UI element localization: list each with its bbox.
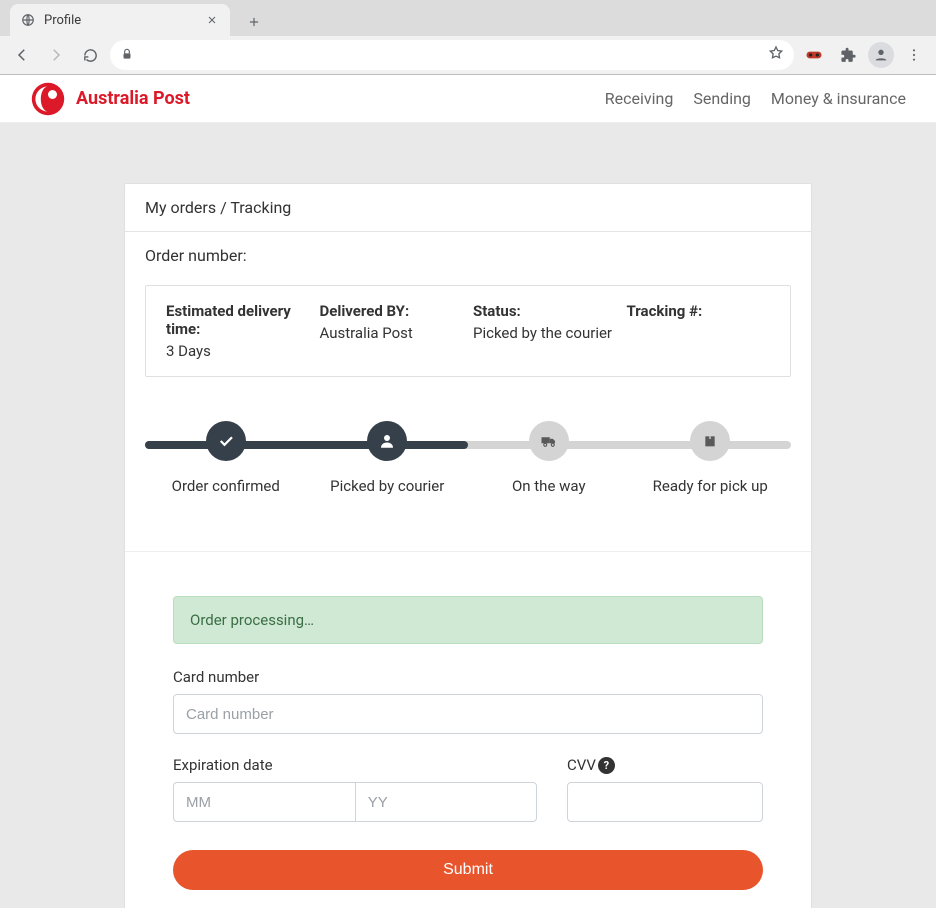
status-value: Picked by the courier <box>473 324 617 342</box>
browser-chrome: Profile <box>0 0 936 75</box>
breadcrumb: My orders / Tracking <box>125 184 811 232</box>
exp-year-input[interactable] <box>355 782 537 822</box>
help-icon[interactable]: ? <box>598 757 615 774</box>
page-viewport: Australia Post Receiving Sending Money &… <box>0 75 936 908</box>
step-ready-for-pickup: Ready for pick up <box>630 421 792 495</box>
globe-icon <box>20 12 36 28</box>
step-label: Ready for pick up <box>630 477 792 495</box>
forward-button <box>42 41 70 69</box>
step-label: Order confirmed <box>145 477 307 495</box>
submit-button[interactable]: Submit <box>173 850 763 890</box>
box-icon <box>690 421 730 461</box>
truck-icon <box>529 421 569 461</box>
step-order-confirmed: Order confirmed <box>145 421 307 495</box>
tracking-card: My orders / Tracking Order number: Estim… <box>124 183 812 908</box>
tab-strip: Profile <box>0 0 936 36</box>
delivered-by-label: Delivered BY: <box>320 302 464 320</box>
user-icon <box>367 421 407 461</box>
check-icon <box>206 421 246 461</box>
expiration-label: Expiration date <box>173 756 537 774</box>
status-label: Status: <box>473 302 617 320</box>
card-number-label: Card number <box>173 668 763 686</box>
eta-label: Estimated delivery time: <box>166 302 310 338</box>
brand-mark-icon <box>30 81 66 117</box>
bookmark-star-icon[interactable] <box>768 45 784 65</box>
step-label: On the way <box>468 477 630 495</box>
reload-button[interactable] <box>76 41 104 69</box>
cvv-label: CVV <box>567 756 596 774</box>
primary-nav: Receiving Sending Money & insurance <box>605 89 906 108</box>
close-icon[interactable] <box>204 12 220 28</box>
step-label: Picked by courier <box>307 477 469 495</box>
tracking-label: Tracking #: <box>627 302 771 320</box>
profile-avatar-icon[interactable] <box>868 42 894 68</box>
progress-tracker: Order confirmed Picked by courier On the… <box>145 421 791 491</box>
eta-value: 3 Days <box>166 342 310 360</box>
card-number-input[interactable] <box>173 694 763 734</box>
exp-month-input[interactable] <box>173 782 355 822</box>
site-header: Australia Post Receiving Sending Money &… <box>0 75 936 123</box>
extension-icon-1[interactable] <box>800 41 828 69</box>
step-on-the-way: On the way <box>468 421 630 495</box>
delivered-by-value: Australia Post <box>320 324 464 342</box>
tab-title: Profile <box>44 13 81 28</box>
address-bar[interactable] <box>110 40 794 70</box>
brand-name: Australia Post <box>76 88 190 109</box>
step-picked-by-courier: Picked by courier <box>307 421 469 495</box>
kebab-menu-icon[interactable] <box>900 41 928 69</box>
order-number-label: Order number: <box>125 232 811 279</box>
extensions-icon[interactable] <box>834 41 862 69</box>
back-button[interactable] <box>8 41 36 69</box>
nav-receiving[interactable]: Receiving <box>605 89 674 108</box>
payment-form: Order processing… Card number Expiration… <box>125 551 811 908</box>
lock-icon <box>120 46 134 65</box>
brand-logo[interactable]: Australia Post <box>30 81 190 117</box>
new-tab-button[interactable] <box>240 8 268 36</box>
browser-toolbar <box>0 36 936 74</box>
nav-money-insurance[interactable]: Money & insurance <box>771 89 906 108</box>
nav-sending[interactable]: Sending <box>693 89 751 108</box>
cvv-input[interactable] <box>567 782 763 822</box>
alert-processing: Order processing… <box>173 596 763 644</box>
browser-tab[interactable]: Profile <box>10 4 230 36</box>
order-info-panel: Estimated delivery time: 3 Days Delivere… <box>145 285 791 377</box>
